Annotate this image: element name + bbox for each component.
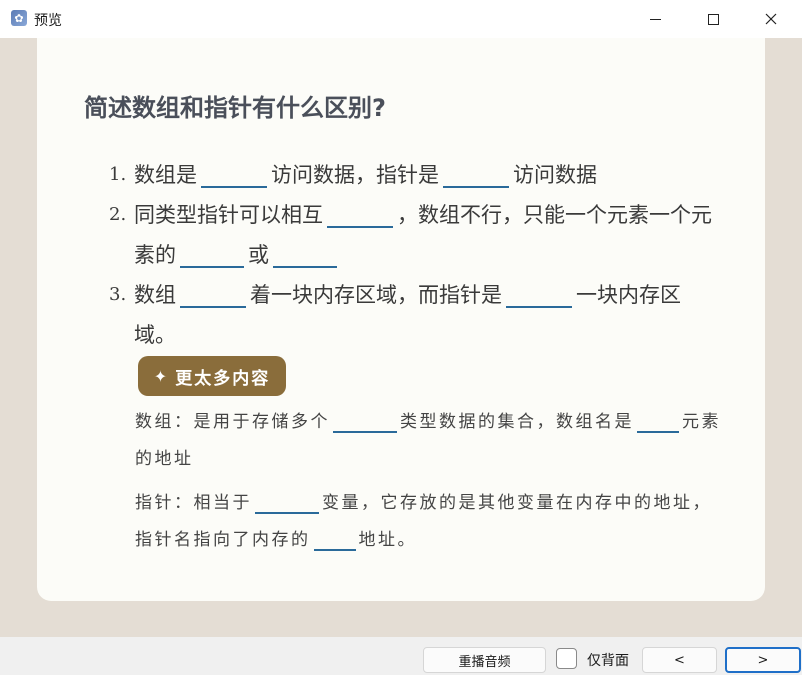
maximize-icon [707, 13, 719, 25]
more-content-label: 更太多内容 [175, 368, 271, 389]
extra-text: 地址。 [358, 530, 417, 550]
blank-field [443, 166, 509, 188]
list-item: 1. 数组是 访问数据，指针是 访问数据 [97, 155, 717, 195]
title-bar: ✿ 预览 [0, 0, 802, 38]
blank-field [506, 286, 572, 308]
item-text: 同类型指针可以相互 [134, 203, 323, 227]
back-only-checkbox[interactable] [556, 648, 577, 669]
close-icon [765, 13, 777, 25]
blank-field [313, 531, 356, 551]
extra-paragraph: 指针：相当于 变量，它存放的是其他变量在内存中的地址，指针名指向了内存的 地址。 [135, 485, 725, 559]
list-item: 3. 数组 着一块内存区域，而指针是 一块内存区域。 [97, 275, 717, 355]
item-text: 数组 [134, 283, 176, 307]
maximize-button[interactable] [684, 0, 742, 38]
close-button[interactable] [742, 0, 800, 38]
extra-content: 数组：是用于存储多个 类型数据的集合，数组名是 元素的地址 指针：相当于 变量，它存放… [135, 404, 725, 566]
next-button[interactable]: > [725, 647, 801, 673]
more-content-button[interactable]: ✦ 更太多内容 [138, 356, 286, 396]
previous-button[interactable]: < [642, 647, 717, 673]
item-number: 1. [109, 164, 127, 185]
bottom-toolbar: 重播音频 仅背面 < > [0, 637, 802, 675]
item-text: 访问数据 [513, 163, 597, 187]
item-text: 着一块内存区域，而指针是 [250, 283, 502, 307]
item-text: 数组是 [134, 163, 197, 187]
blank-field [273, 246, 337, 268]
blank-field [201, 166, 267, 188]
item-number: 2. [109, 204, 127, 225]
card-preview: 简述数组和指针有什么区别? 1. 数组是 访问数据，指针是 访问数据 2. 同类型指… [37, 38, 765, 601]
extra-paragraph: 数组：是用于存储多个 类型数据的集合，数组名是 元素的地址 [135, 404, 725, 478]
answer-list: 1. 数组是 访问数据，指针是 访问数据 2. 同类型指针可以相互 ，数组不行，只能一… [97, 155, 717, 355]
blank-field [180, 246, 244, 268]
extra-text: 数组：是用于存储多个 [135, 412, 330, 432]
item-number: 3. [109, 284, 127, 305]
item-text: 或 [248, 243, 269, 267]
app-icon: ✿ [11, 10, 27, 26]
extra-text: 指针：相当于 [135, 493, 252, 513]
blank-field [637, 413, 679, 433]
item-text: 访问数据，指针是 [271, 163, 439, 187]
blank-field [180, 286, 246, 308]
list-item: 2. 同类型指针可以相互 ，数组不行，只能一个元素一个元素的或 [97, 195, 717, 275]
minimize-icon [649, 18, 661, 20]
blank-field [333, 413, 397, 433]
blank-field [327, 206, 393, 228]
window-title: 预览 [34, 13, 62, 29]
question-title: 简述数组和指针有什么区别? [84, 94, 386, 122]
blank-field [255, 494, 319, 514]
replay-audio-button[interactable]: 重播音频 [423, 647, 546, 673]
back-only-label[interactable]: 仅背面 [587, 650, 629, 670]
sparkle-icon: ✦ [153, 366, 170, 386]
minimize-button[interactable] [626, 0, 684, 38]
extra-text: 类型数据的集合，数组名是 [400, 412, 634, 432]
